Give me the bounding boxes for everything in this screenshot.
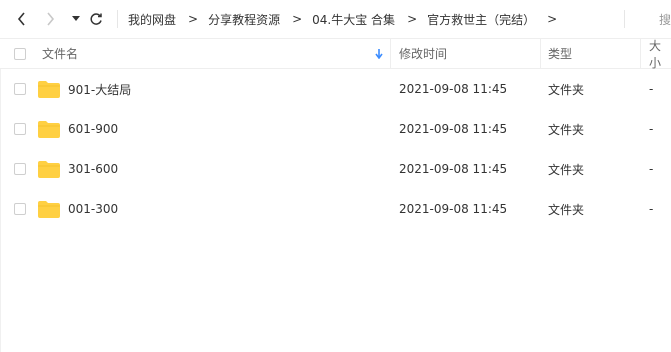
breadcrumb-separator: > bbox=[188, 12, 199, 26]
breadcrumb-item-my-drive[interactable]: 我的网盘 bbox=[118, 11, 176, 28]
folder-icon bbox=[38, 109, 60, 149]
row-checkbox[interactable] bbox=[14, 109, 26, 149]
file-modified: 2021-09-08 11:45 bbox=[399, 122, 508, 136]
breadcrumb-separator: > bbox=[547, 12, 558, 26]
chevron-left-icon bbox=[17, 12, 25, 26]
row-checkbox[interactable] bbox=[14, 69, 26, 109]
row-checkbox[interactable] bbox=[14, 149, 26, 189]
back-button[interactable] bbox=[12, 9, 32, 29]
file-modified: 2021-09-08 11:45 bbox=[399, 162, 508, 176]
column-header-name[interactable]: 文件名 bbox=[42, 39, 78, 68]
history-dropdown-button[interactable] bbox=[66, 9, 86, 29]
file-row[interactable]: 601-900 2021-09-08 11:45 文件夹 - bbox=[0, 109, 671, 149]
column-header-type[interactable]: 类型 bbox=[548, 39, 572, 68]
file-list-header: 文件名 修改时间 类型 大小 bbox=[0, 38, 671, 70]
refresh-button[interactable] bbox=[86, 9, 106, 29]
breadcrumb-item-current-folder[interactable]: 官方救世主（完结） bbox=[417, 11, 535, 28]
top-toolbar: 我的网盘 > 分享教程资源 > 04.牛大宝 合集 > 官方救世主（完结） > … bbox=[0, 0, 671, 38]
breadcrumb-item-collection[interactable]: 04.牛大宝 合集 bbox=[302, 11, 395, 28]
file-row[interactable]: 001-300 2021-09-08 11:45 文件夹 - bbox=[0, 189, 671, 229]
file-type: 文件夹 bbox=[548, 82, 585, 97]
select-all-checkbox[interactable] bbox=[14, 39, 26, 68]
toolbar-divider bbox=[624, 10, 625, 28]
caret-down-icon bbox=[72, 16, 80, 21]
breadcrumb-separator: > bbox=[292, 12, 303, 26]
folder-icon bbox=[38, 69, 60, 109]
breadcrumb-separator: > bbox=[407, 12, 418, 26]
file-modified: 2021-09-08 11:45 bbox=[399, 202, 508, 216]
file-row[interactable]: 901-大结局 2021-09-08 11:45 文件夹 - bbox=[0, 69, 671, 109]
file-name[interactable]: 001-300 bbox=[68, 189, 118, 229]
folder-icon bbox=[38, 189, 60, 229]
file-size: - bbox=[649, 202, 654, 216]
file-size: - bbox=[649, 82, 654, 96]
file-name[interactable]: 901-大结局 bbox=[68, 69, 131, 109]
file-type: 文件夹 bbox=[548, 202, 585, 217]
refresh-icon bbox=[90, 13, 102, 25]
row-checkbox[interactable] bbox=[14, 189, 26, 229]
column-divider[interactable] bbox=[540, 39, 541, 68]
column-header-modified[interactable]: 修改时间 bbox=[399, 39, 447, 68]
breadcrumb: 我的网盘 > 分享教程资源 > 04.牛大宝 合集 > 官方救世主（完结） > bbox=[118, 0, 557, 38]
file-type: 文件夹 bbox=[548, 122, 585, 137]
file-row[interactable]: 301-600 2021-09-08 11:45 文件夹 - bbox=[0, 149, 671, 189]
sort-arrow-icon[interactable] bbox=[375, 39, 383, 68]
file-type: 文件夹 bbox=[548, 162, 585, 177]
file-name[interactable]: 601-900 bbox=[68, 109, 118, 149]
file-size: - bbox=[649, 122, 654, 136]
folder-icon bbox=[38, 149, 60, 189]
column-header-size[interactable]: 大小 bbox=[649, 39, 671, 70]
forward-button[interactable] bbox=[40, 9, 60, 29]
search-input[interactable]: 搜 bbox=[659, 11, 671, 28]
file-modified: 2021-09-08 11:45 bbox=[399, 82, 508, 96]
column-divider[interactable] bbox=[640, 39, 641, 68]
breadcrumb-item-share-resources[interactable]: 分享教程资源 bbox=[198, 11, 280, 28]
column-divider[interactable] bbox=[390, 39, 391, 68]
chevron-right-icon bbox=[47, 12, 55, 26]
file-name[interactable]: 301-600 bbox=[68, 149, 118, 189]
file-size: - bbox=[649, 162, 654, 176]
